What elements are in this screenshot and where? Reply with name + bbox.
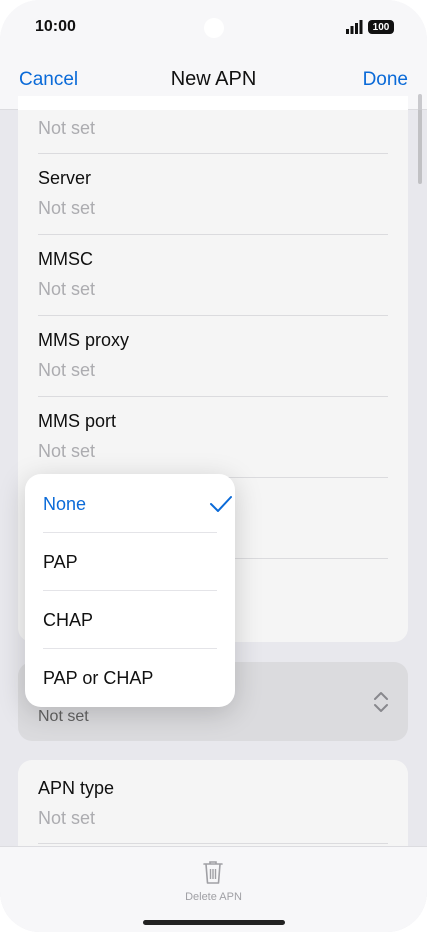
option-label: PAP: [43, 552, 78, 572]
menu-option-none[interactable]: None: [43, 474, 232, 532]
home-indicator[interactable]: [143, 920, 285, 925]
done-button[interactable]: Done: [363, 69, 408, 91]
battery-icon: 100: [368, 20, 394, 34]
menu-option-pap-or-chap[interactable]: PAP or CHAP: [43, 648, 217, 706]
auth-options-menu: None PAP CHAP PAP or CHAP: [25, 474, 235, 707]
signal-icon: [346, 20, 363, 34]
status-bar: 10:00 100: [0, 0, 427, 56]
option-label: PAP or CHAP: [43, 668, 154, 688]
menu-option-pap[interactable]: PAP: [43, 532, 217, 590]
screen: 10:00 100 Cancel New APN Done Not set Se…: [0, 0, 427, 932]
option-label: None: [43, 494, 87, 514]
delete-apn-button[interactable]: Delete APN: [0, 891, 427, 903]
menu-option-chap[interactable]: CHAP: [43, 590, 217, 648]
bottom-toolbar: Delete APN: [0, 846, 427, 932]
option-label: CHAP: [43, 610, 94, 630]
front-camera: [204, 18, 224, 38]
status-time: 10:00: [35, 18, 76, 35]
checkmark-icon: [210, 496, 232, 512]
trash-icon[interactable]: [202, 859, 224, 885]
